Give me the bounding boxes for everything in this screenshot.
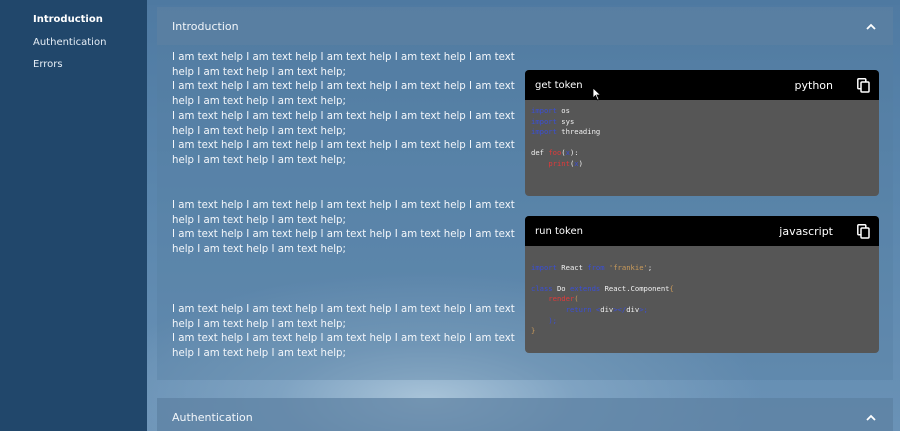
intro-text-line: I am text help I am text help I am text … (172, 110, 515, 137)
intro-text-line: I am text help I am text help I am text … (172, 200, 515, 226)
code-token: foo (548, 148, 562, 158)
code-token: import (531, 106, 557, 115)
code-token: ( (574, 294, 579, 304)
code-token: div (626, 304, 640, 314)
code-line: import React from 'frankie'; (531, 263, 873, 274)
authentication-section: Authentication (157, 398, 893, 431)
code-line: class Do extends React.Component{ (531, 284, 873, 295)
code-token: { (669, 283, 674, 293)
introduction-section: Introduction I am text help I am text he… (157, 7, 893, 380)
intro-paragraph-2: I am text help I am text help I am text … (172, 199, 525, 258)
code-token: ): (569, 148, 579, 158)
intro-text-line: I am text help I am text help I am text … (172, 229, 515, 256)
code-token: import (531, 116, 557, 126)
code-token: print (548, 158, 570, 168)
code-token: Do (552, 283, 570, 293)
mouse-cursor-icon (592, 86, 602, 101)
code-line: import sys (531, 117, 873, 128)
code-body: import os import sys import threading def … (525, 100, 879, 176)
code-token: import (531, 127, 557, 137)
code-line: } (531, 326, 873, 337)
code-line: render( (531, 294, 873, 305)
code-token: render (548, 294, 575, 304)
code-token: sys (556, 116, 575, 126)
section-title: Authentication (172, 410, 253, 424)
code-line: import threading (531, 127, 873, 138)
authentication-section-header[interactable]: Authentication (157, 398, 893, 431)
code-sample-title: get token (535, 79, 583, 91)
code-sample-get-token: get token python import os import sys impo… (525, 70, 879, 196)
code-sample-header: get token python (525, 70, 879, 100)
code-token: ) (578, 158, 583, 168)
code-token: < (591, 304, 601, 314)
code-token: ></ (613, 304, 627, 314)
code-sample-run-token: run token javascript import React from '… (525, 216, 879, 353)
copy-icon[interactable] (855, 76, 871, 94)
code-line: print(x) (531, 159, 873, 170)
code-token: 'frankie' (604, 262, 648, 272)
intro-paragraph-3: I am text help I am text help I am text … (172, 303, 525, 362)
code-token: class (531, 283, 553, 293)
intro-text-line: I am text help I am text help I am text … (172, 304, 515, 330)
code-token: threading (556, 127, 601, 137)
sidebar-item-introduction[interactable]: Introduction (0, 14, 147, 37)
intro-text-line: I am text help I am text help I am text … (172, 140, 515, 166)
code-sample-header: run token javascript (525, 216, 879, 246)
sidebar-item-authentication[interactable]: Authentication (0, 37, 147, 60)
intro-text-line: I am text help I am text help I am text … (172, 52, 515, 78)
code-line: ); (531, 316, 873, 327)
main-content: Introduction I am text help I am text he… (147, 0, 900, 431)
code-token: def (531, 148, 549, 158)
code-language-label: python (794, 78, 833, 92)
intro-text-line: I am text help I am text help I am text … (172, 81, 515, 108)
intro-paragraph-1: I am text help I am text help I am text … (172, 51, 525, 169)
code-token: React.Component (600, 283, 670, 293)
section-title: Introduction (172, 19, 239, 33)
sidebar-nav: Introduction Authentication Errors (0, 0, 147, 431)
code-token: import (531, 262, 557, 272)
code-token: div (600, 304, 614, 314)
code-token: extends (569, 283, 601, 293)
code-token: >; (639, 304, 648, 314)
code-token: os (556, 106, 570, 115)
introduction-section-header[interactable]: Introduction (157, 7, 893, 45)
top-divider (147, 0, 900, 5)
code-sample-title: run token (535, 225, 583, 237)
intro-text-line: I am text help I am text help I am text … (172, 333, 515, 360)
code-token: React (556, 262, 588, 272)
code-token: from (587, 262, 605, 272)
code-body: import React from 'frankie'; class Do ex… (525, 246, 879, 343)
copy-icon[interactable] (855, 222, 871, 240)
sidebar-item-errors[interactable]: Errors (0, 59, 147, 82)
code-line: def foo(x): (531, 148, 873, 159)
code-token: return (565, 304, 592, 314)
code-language-label: javascript (779, 224, 833, 238)
code-token: } (531, 326, 536, 336)
code-token: ); (548, 315, 557, 325)
code-line: import os (531, 106, 873, 117)
code-token: ; (647, 262, 653, 272)
code-line: return <div></div>; (531, 305, 873, 316)
chevron-up-icon[interactable] (865, 20, 877, 32)
chevron-up-icon[interactable] (865, 411, 877, 423)
